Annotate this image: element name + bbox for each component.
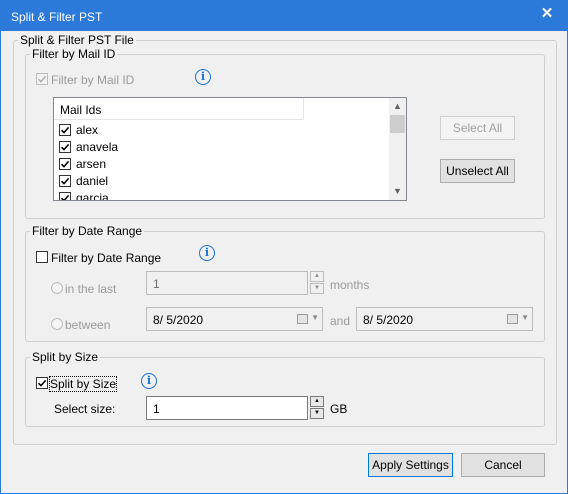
calendar-icon[interactable] xyxy=(297,314,308,324)
scrollbar-thumb[interactable] xyxy=(390,115,405,133)
select-all-button[interactable]: Select All xyxy=(440,116,515,140)
end-date-picker[interactable]: 8/ 5/2020 ▼ xyxy=(356,307,533,331)
filter-mail-label: Filter by Mail ID xyxy=(51,73,135,87)
start-date-value: 8/ 5/2020 xyxy=(153,313,204,327)
column-separator[interactable] xyxy=(303,98,304,120)
months-value: 1 xyxy=(153,277,160,291)
item-checkbox[interactable] xyxy=(59,175,71,187)
months-input[interactable]: 1 xyxy=(146,271,308,295)
size-value: 1 xyxy=(153,402,160,416)
and-label: and xyxy=(330,314,351,328)
stepper-up-icon[interactable]: ▲ xyxy=(310,396,324,407)
split-size-legend: Split by Size xyxy=(32,350,99,364)
date-filter-legend: Filter by Date Range xyxy=(32,224,143,238)
dialog-title: Split & Filter PST xyxy=(11,10,103,24)
list-item[interactable]: alex xyxy=(54,122,390,139)
months-stepper[interactable]: ▲ ▼ xyxy=(310,271,324,295)
scroll-down-icon[interactable]: ▼ xyxy=(389,183,406,200)
between-radio[interactable] xyxy=(51,318,63,330)
filter-date-checkbox[interactable] xyxy=(36,251,48,263)
stepper-down-icon[interactable]: ▼ xyxy=(310,283,324,294)
split-size-label: Split by Size xyxy=(48,376,118,392)
calendar-icon[interactable] xyxy=(507,314,518,324)
item-checkbox[interactable] xyxy=(59,158,71,170)
item-label: garcia xyxy=(76,191,109,201)
stepper-up-icon[interactable]: ▲ xyxy=(310,271,324,282)
size-unit-label: GB xyxy=(330,402,348,416)
chevron-down-icon[interactable]: ▼ xyxy=(521,313,529,322)
size-stepper[interactable]: ▲ ▼ xyxy=(310,396,324,420)
in-the-last-label: in the last xyxy=(65,282,117,296)
end-date-value: 8/ 5/2020 xyxy=(363,313,414,327)
apply-settings-button[interactable]: Apply Settings xyxy=(368,453,453,477)
in-the-last-radio[interactable] xyxy=(51,282,63,294)
start-date-picker[interactable]: 8/ 5/2020 ▼ xyxy=(146,307,323,331)
split-filter-dialog: Split & Filter PST ✕ Split & Filter PST … xyxy=(0,0,568,494)
stepper-down-icon[interactable]: ▼ xyxy=(310,408,324,419)
filter-date-label: Filter by Date Range xyxy=(51,251,162,265)
list-item[interactable]: arsen xyxy=(54,156,390,173)
info-icon[interactable]: i xyxy=(141,373,157,389)
size-input[interactable]: 1 xyxy=(146,396,308,420)
close-icon[interactable]: ✕ xyxy=(539,6,555,22)
item-label: arsen xyxy=(76,157,107,171)
title-bar: Split & Filter PST ✕ xyxy=(1,1,567,31)
split-size-checkbox[interactable] xyxy=(36,377,48,389)
item-checkbox[interactable] xyxy=(59,141,71,153)
mail-filter-legend: Filter by Mail ID xyxy=(32,47,116,61)
item-label: anavela xyxy=(76,140,119,154)
unselect-all-button[interactable]: Unselect All xyxy=(440,159,515,183)
item-checkbox[interactable] xyxy=(59,124,71,136)
scroll-up-icon[interactable]: ▲ xyxy=(389,98,406,115)
select-size-label: Select size: xyxy=(54,402,116,416)
filter-mail-checkbox[interactable] xyxy=(36,73,48,85)
item-label: daniel xyxy=(76,174,109,188)
between-label: between xyxy=(65,318,111,332)
list-item[interactable]: daniel xyxy=(54,173,390,190)
info-icon[interactable]: i xyxy=(199,245,215,261)
months-label: months xyxy=(330,278,370,292)
list-scrollbar[interactable]: ▲ ▼ xyxy=(389,98,406,200)
mail-ids-column-header[interactable]: Mail Ids xyxy=(54,98,304,120)
list-item[interactable]: garcia xyxy=(54,190,390,201)
item-checkbox[interactable] xyxy=(59,192,71,200)
item-label: alex xyxy=(76,123,99,137)
chevron-down-icon[interactable]: ▼ xyxy=(311,313,319,322)
list-item[interactable]: anavela xyxy=(54,139,390,156)
mail-ids-header-label: Mail Ids xyxy=(60,103,102,117)
split-filter-group-label: Split & Filter PST File xyxy=(20,33,134,47)
mail-id-list[interactable]: Mail Ids alex anavela arsen daniel garci… xyxy=(53,97,407,201)
info-icon[interactable]: i xyxy=(195,69,211,85)
cancel-button[interactable]: Cancel xyxy=(461,453,545,477)
